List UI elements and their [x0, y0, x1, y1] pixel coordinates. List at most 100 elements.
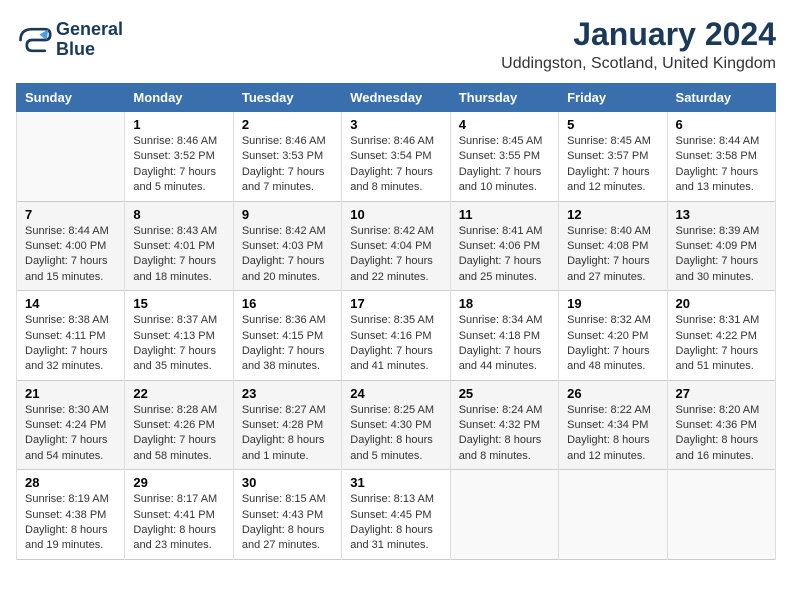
header-day-monday: Monday: [125, 84, 233, 112]
date-number: 25: [459, 386, 550, 401]
cell-content: Sunrise: 8:36 AMSunset: 4:15 PMDaylight:…: [242, 313, 333, 375]
date-number: 27: [676, 386, 767, 401]
calendar-cell: 28 Sunrise: 8:19 AMSunset: 4:38 PMDayligh…: [17, 470, 125, 560]
calendar-week-1: 1 Sunrise: 8:46 AMSunset: 3:52 PMDaylight…: [17, 112, 776, 202]
calendar-cell: [667, 470, 775, 560]
calendar-cell: 29 Sunrise: 8:17 AMSunset: 4:41 PMDayligh…: [125, 470, 233, 560]
calendar-header-row: SundayMondayTuesdayWednesdayThursdayFrid…: [17, 84, 776, 112]
date-number: 20: [676, 296, 767, 311]
calendar-cell: 3Sunrise: 8:46 AMSunset: 3:54 PMDaylight…: [342, 112, 450, 202]
cell-content: Sunrise: 8:46 AMSunset: 3:52 PMDaylight:…: [133, 134, 224, 196]
cell-content: Sunrise: 8:42 AMSunset: 4:03 PMDaylight:…: [242, 224, 333, 286]
title-section: January 2024 Uddingston, Scotland, Unite…: [501, 16, 776, 73]
calendar-cell: 13Sunrise: 8:39 AMSunset: 4:09 PMDayligh…: [667, 201, 775, 291]
calendar-cell: 18 Sunrise: 8:34 AMSunset: 4:18 PMDayligh…: [450, 291, 558, 381]
cell-content: Sunrise: 8:34 AMSunset: 4:18 PMDaylight:…: [459, 313, 550, 375]
date-number: 28: [25, 475, 116, 490]
calendar-cell: 5 Sunrise: 8:45 AMSunset: 3:57 PMDaylight…: [559, 112, 667, 202]
date-number: 19: [567, 296, 658, 311]
calendar-title: January 2024: [501, 16, 776, 53]
logo-icon: [16, 22, 52, 58]
calendar-cell: 2Sunrise: 8:46 AMSunset: 3:53 PMDaylight…: [233, 112, 341, 202]
cell-content: Sunrise: 8:19 AMSunset: 4:38 PMDaylight:…: [25, 492, 116, 554]
calendar-cell: 30 Sunrise: 8:15 AMSunset: 4:43 PMDayligh…: [233, 470, 341, 560]
date-number: 22: [133, 386, 224, 401]
calendar-cell: 22Sunrise: 8:28 AMSunset: 4:26 PMDayligh…: [125, 380, 233, 470]
header-day-wednesday: Wednesday: [342, 84, 450, 112]
cell-content: Sunrise: 8:42 AMSunset: 4:04 PMDaylight:…: [350, 224, 441, 286]
cell-content: Sunrise: 8:46 AMSunset: 3:54 PMDaylight:…: [350, 134, 441, 196]
calendar-cell: 9 Sunrise: 8:42 AMSunset: 4:03 PMDaylight…: [233, 201, 341, 291]
page-header: General Blue January 2024 Uddingston, Sc…: [16, 16, 776, 73]
calendar-cell: 7Sunrise: 8:44 AMSunset: 4:00 PMDaylight…: [17, 201, 125, 291]
header-day-sunday: Sunday: [17, 84, 125, 112]
date-number: 12: [567, 207, 658, 222]
date-number: 5: [567, 117, 658, 132]
cell-content: Sunrise: 8:32 AMSunset: 4:20 PMDaylight:…: [567, 313, 658, 375]
cell-content: Sunrise: 8:35 AMSunset: 4:16 PMDaylight:…: [350, 313, 441, 375]
calendar-cell: 21 Sunrise: 8:30 AMSunset: 4:24 PMDayligh…: [17, 380, 125, 470]
date-number: 9: [242, 207, 333, 222]
calendar-cell: 10 Sunrise: 8:42 AMSunset: 4:04 PMDayligh…: [342, 201, 450, 291]
cell-content: Sunrise: 8:43 AMSunset: 4:01 PMDaylight:…: [133, 224, 224, 286]
calendar-cell: 23Sunrise: 8:27 AMSunset: 4:28 PMDayligh…: [233, 380, 341, 470]
date-number: 23: [242, 386, 333, 401]
calendar-cell: 8 Sunrise: 8:43 AMSunset: 4:01 PMDaylight…: [125, 201, 233, 291]
calendar-table: SundayMondayTuesdayWednesdayThursdayFrid…: [16, 83, 776, 560]
cell-content: Sunrise: 8:13 AMSunset: 4:45 PMDaylight:…: [350, 492, 441, 554]
date-number: 10: [350, 207, 441, 222]
date-number: 8: [133, 207, 224, 222]
date-number: 15: [133, 296, 224, 311]
cell-content: Sunrise: 8:22 AMSunset: 4:34 PMDaylight:…: [567, 403, 658, 465]
calendar-cell: 24 Sunrise: 8:25 AMSunset: 4:30 PMDayligh…: [342, 380, 450, 470]
logo-text: General Blue: [56, 20, 123, 60]
cell-content: Sunrise: 8:44 AMSunset: 3:58 PMDaylight:…: [676, 134, 767, 196]
cell-content: Sunrise: 8:37 AMSunset: 4:13 PMDaylight:…: [133, 313, 224, 375]
date-number: 2: [242, 117, 333, 132]
header-day-friday: Friday: [559, 84, 667, 112]
date-number: 30: [242, 475, 333, 490]
calendar-cell: 11 Sunrise: 8:41 AMSunset: 4:06 PMDayligh…: [450, 201, 558, 291]
header-day-saturday: Saturday: [667, 84, 775, 112]
cell-content: Sunrise: 8:30 AMSunset: 4:24 PMDaylight:…: [25, 403, 116, 465]
calendar-cell: 26Sunrise: 8:22 AMSunset: 4:34 PMDayligh…: [559, 380, 667, 470]
calendar-week-4: 21 Sunrise: 8:30 AMSunset: 4:24 PMDayligh…: [17, 380, 776, 470]
date-number: 6: [676, 117, 767, 132]
header-day-thursday: Thursday: [450, 84, 558, 112]
calendar-cell: 20Sunrise: 8:31 AMSunset: 4:22 PMDayligh…: [667, 291, 775, 381]
calendar-cell: 12 Sunrise: 8:40 AMSunset: 4:08 PMDayligh…: [559, 201, 667, 291]
calendar-cell: 16Sunrise: 8:36 AMSunset: 4:15 PMDayligh…: [233, 291, 341, 381]
cell-content: Sunrise: 8:39 AMSunset: 4:09 PMDaylight:…: [676, 224, 767, 286]
cell-content: Sunrise: 8:15 AMSunset: 4:43 PMDaylight:…: [242, 492, 333, 554]
calendar-cell: 15 Sunrise: 8:37 AMSunset: 4:13 PMDayligh…: [125, 291, 233, 381]
date-number: 11: [459, 207, 550, 222]
calendar-cell: [559, 470, 667, 560]
calendar-cell: 17Sunrise: 8:35 AMSunset: 4:16 PMDayligh…: [342, 291, 450, 381]
cell-content: Sunrise: 8:20 AMSunset: 4:36 PMDaylight:…: [676, 403, 767, 465]
cell-content: Sunrise: 8:41 AMSunset: 4:06 PMDaylight:…: [459, 224, 550, 286]
calendar-cell: 25Sunrise: 8:24 AMSunset: 4:32 PMDayligh…: [450, 380, 558, 470]
date-number: 7: [25, 207, 116, 222]
date-number: 31: [350, 475, 441, 490]
cell-content: Sunrise: 8:25 AMSunset: 4:30 PMDaylight:…: [350, 403, 441, 465]
logo: General Blue: [16, 20, 123, 60]
date-number: 18: [459, 296, 550, 311]
date-number: 29: [133, 475, 224, 490]
calendar-cell: [450, 470, 558, 560]
date-number: 14: [25, 296, 116, 311]
calendar-subtitle: Uddingston, Scotland, United Kingdom: [501, 55, 776, 73]
date-number: 24: [350, 386, 441, 401]
cell-content: Sunrise: 8:45 AMSunset: 3:57 PMDaylight:…: [567, 134, 658, 196]
date-number: 21: [25, 386, 116, 401]
calendar-cell: 31 Sunrise: 8:13 AMSunset: 4:45 PMDayligh…: [342, 470, 450, 560]
calendar-week-3: 14 Sunrise: 8:38 AMSunset: 4:11 PMDayligh…: [17, 291, 776, 381]
calendar-cell: 27 Sunrise: 8:20 AMSunset: 4:36 PMDayligh…: [667, 380, 775, 470]
cell-content: Sunrise: 8:17 AMSunset: 4:41 PMDaylight:…: [133, 492, 224, 554]
calendar-week-5: 28 Sunrise: 8:19 AMSunset: 4:38 PMDayligh…: [17, 470, 776, 560]
calendar-cell: 6 Sunrise: 8:44 AMSunset: 3:58 PMDaylight…: [667, 112, 775, 202]
cell-content: Sunrise: 8:40 AMSunset: 4:08 PMDaylight:…: [567, 224, 658, 286]
date-number: 1: [133, 117, 224, 132]
cell-content: Sunrise: 8:38 AMSunset: 4:11 PMDaylight:…: [25, 313, 116, 375]
calendar-cell: 4Sunrise: 8:45 AMSunset: 3:55 PMDaylight…: [450, 112, 558, 202]
cell-content: Sunrise: 8:45 AMSunset: 3:55 PMDaylight:…: [459, 134, 550, 196]
